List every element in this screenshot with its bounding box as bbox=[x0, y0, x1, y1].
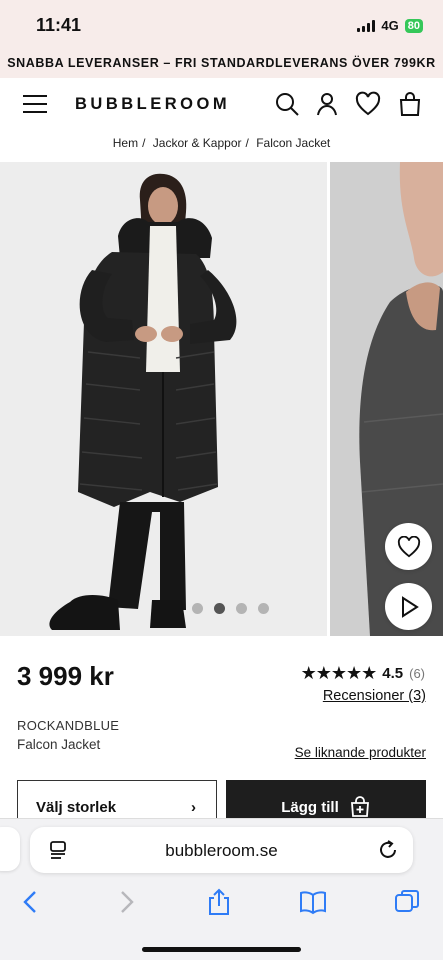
tabs-icon[interactable] bbox=[393, 888, 421, 916]
heart-icon bbox=[397, 535, 420, 557]
breadcrumb-separator: / bbox=[245, 136, 249, 150]
address-bar[interactable]: bubbleroom.se bbox=[30, 827, 413, 873]
product-image-next[interactable] bbox=[330, 162, 443, 636]
breadcrumb-category[interactable]: Jackor & Kappor bbox=[153, 136, 242, 150]
heart-icon[interactable] bbox=[355, 91, 381, 117]
breadcrumb-separator: / bbox=[142, 136, 146, 150]
status-bar: 11:41 4G 80 bbox=[0, 0, 443, 48]
model-photo bbox=[49, 173, 237, 630]
battery-icon: 80 bbox=[404, 18, 423, 33]
product-rating: ★★★★★ 4.5 (6) bbox=[301, 663, 425, 684]
breadcrumb: Hem / Jackor & Kappor / Falcon Jacket bbox=[0, 136, 443, 150]
add-to-cart-label: Lägg till bbox=[281, 798, 339, 816]
previous-tab-peek[interactable] bbox=[0, 827, 20, 871]
network-label: 4G bbox=[381, 18, 399, 33]
rating-stars: ★★★★★ bbox=[300, 663, 378, 683]
status-indicators: 4G 80 bbox=[357, 18, 423, 33]
breadcrumb-home[interactable]: Hem bbox=[113, 136, 138, 150]
product-gallery[interactable] bbox=[0, 162, 443, 636]
rating-value: 4.5 bbox=[382, 665, 404, 682]
url-text[interactable]: bubbleroom.se bbox=[30, 841, 413, 861]
product-brand[interactable]: ROCKANDBLUE bbox=[17, 718, 119, 733]
carousel-dot[interactable] bbox=[236, 603, 247, 614]
back-icon[interactable] bbox=[17, 888, 45, 916]
wishlist-button[interactable] bbox=[385, 523, 432, 570]
chevron-right-icon: › bbox=[191, 798, 196, 816]
promo-banner: SNABBA LEVERANSER – FRI STANDARDLEVERANS… bbox=[0, 48, 443, 78]
account-icon[interactable] bbox=[314, 91, 340, 117]
search-icon[interactable] bbox=[274, 91, 300, 117]
product-image-main[interactable] bbox=[0, 162, 327, 636]
share-icon[interactable] bbox=[205, 888, 233, 916]
forward-icon[interactable] bbox=[112, 888, 140, 916]
play-video-button[interactable] bbox=[385, 583, 432, 630]
home-indicator[interactable] bbox=[142, 947, 301, 952]
menu-icon[interactable] bbox=[23, 95, 47, 113]
bookmarks-icon[interactable] bbox=[299, 888, 327, 916]
battery-level: 80 bbox=[407, 19, 420, 32]
reload-icon[interactable] bbox=[377, 839, 399, 861]
play-icon bbox=[401, 595, 419, 618]
signal-icon bbox=[357, 19, 376, 32]
similar-products-link[interactable]: Se liknande produkter bbox=[295, 745, 426, 760]
product-name: Falcon Jacket bbox=[17, 737, 101, 752]
carousel-dot[interactable] bbox=[192, 603, 203, 614]
status-time: 11:41 bbox=[36, 15, 82, 35]
rating-count: (6) bbox=[409, 666, 425, 681]
site-logo[interactable]: BUBBLEROOM bbox=[75, 95, 230, 114]
size-select-label: Välj storlek bbox=[36, 798, 117, 816]
reviews-link[interactable]: Recensioner (3) bbox=[323, 688, 426, 704]
bag-icon[interactable] bbox=[397, 91, 423, 117]
site-header: BUBBLEROOM bbox=[0, 78, 443, 130]
bag-plus-icon bbox=[350, 796, 369, 817]
browser-toolbar: bubbleroom.se bbox=[0, 818, 443, 960]
carousel-dots bbox=[192, 603, 269, 614]
carousel-dot[interactable] bbox=[258, 603, 269, 614]
breadcrumb-current: Falcon Jacket bbox=[256, 136, 331, 150]
product-price: 3 999 kr bbox=[17, 661, 114, 691]
model-closeup-photo bbox=[330, 162, 443, 636]
carousel-dot-active[interactable] bbox=[214, 603, 225, 614]
